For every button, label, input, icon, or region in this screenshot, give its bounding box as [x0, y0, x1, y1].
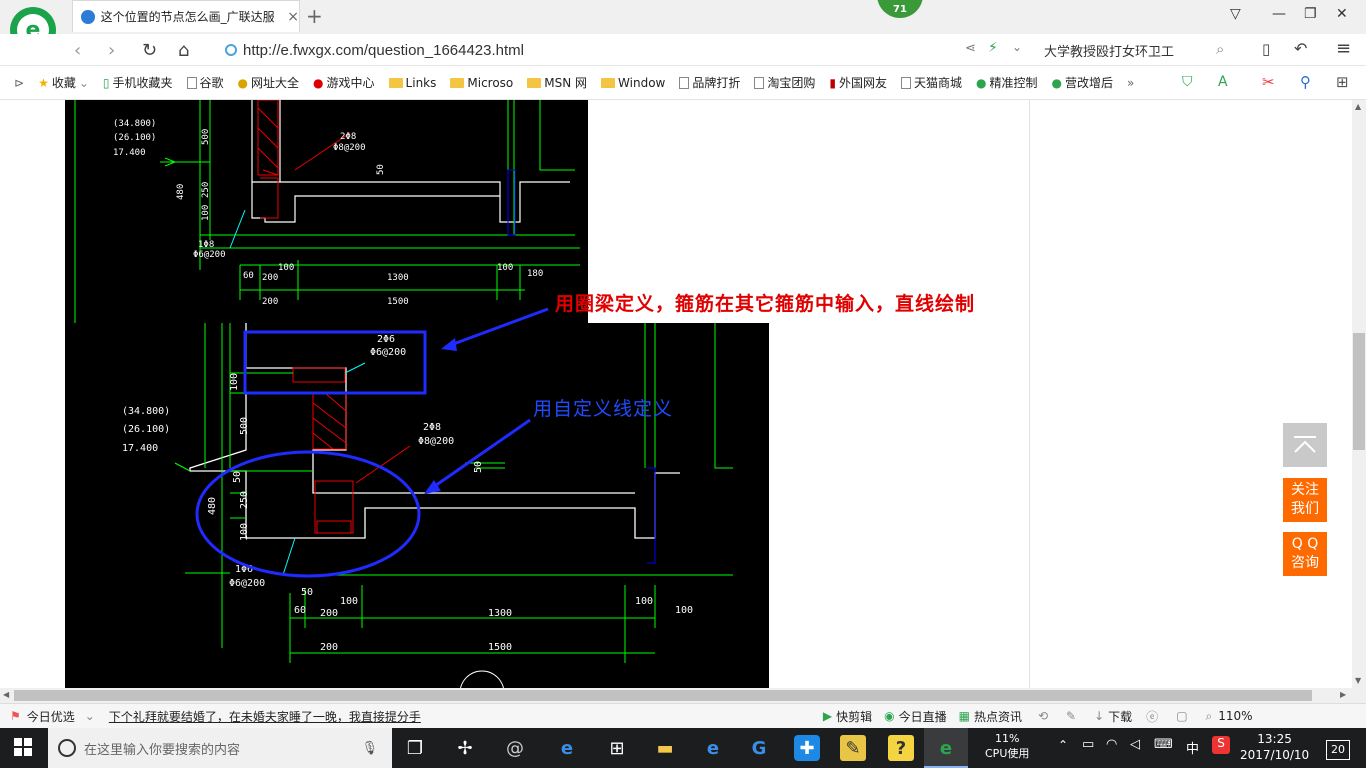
scroll-up-icon[interactable]: ▲: [1355, 102, 1361, 111]
clock-time: 13:25: [1257, 732, 1292, 746]
status-item[interactable]: 下载: [1108, 708, 1132, 725]
status-item[interactable]: 今日直播: [899, 708, 947, 725]
system-clock[interactable]: 13:25 2017/10/10: [1240, 731, 1309, 763]
ie-taskbar-icon[interactable]: e: [700, 735, 726, 761]
highlight-box: [243, 330, 427, 395]
help-app-icon[interactable]: ?: [888, 735, 914, 761]
cpu-monitor[interactable]: 11% CPU使用: [985, 731, 1029, 761]
annotation-red: 用圈梁定义，箍筋在其它箍筋中输入，直线绘制: [555, 293, 976, 315]
volume-icon[interactable]: ◁: [1130, 737, 1140, 752]
speed-icon[interactable]: ⟲: [1038, 709, 1048, 723]
status-item[interactable]: 快剪辑: [836, 708, 872, 725]
arrow-line: [447, 307, 549, 348]
keyboard-icon[interactable]: ⌨: [1154, 737, 1173, 752]
notepad-icon[interactable]: ✎: [840, 735, 866, 761]
search-placeholder: 在这里输入你要搜索的内容: [84, 742, 241, 758]
annotation-blue: 用自定义线定义: [533, 398, 674, 420]
wifi-icon[interactable]: ◠: [1106, 737, 1117, 752]
arrow-up-icon: [1294, 436, 1316, 453]
sogou-icon[interactable]: S: [1212, 736, 1230, 754]
vertical-scroll-thumb[interactable]: [1353, 333, 1365, 450]
clock-date: 2017/10/10: [1240, 748, 1310, 762]
scroll-right-icon[interactable]: ▶: [1340, 690, 1346, 699]
clip-icon: ▶: [822, 709, 833, 723]
qq-consult-button[interactable]: Q Q 咨询: [1283, 532, 1327, 576]
annotation-overlay: [195, 307, 549, 578]
task-view-icon[interactable]: ❐: [402, 735, 428, 761]
news-icon: ▦: [958, 709, 970, 723]
live-icon: ◉: [884, 709, 895, 723]
news-ticker[interactable]: 下个礼拜就要结婚了，在未婚夫家睡了一晚，我直接提分手: [109, 708, 421, 725]
window-icon[interactable]: ▢: [1176, 709, 1187, 723]
cortana-icon: [58, 739, 76, 757]
back-to-top-button[interactable]: [1283, 423, 1327, 467]
ie-icon[interactable]: ⓔ: [1146, 708, 1158, 725]
zoom-level[interactable]: 110%: [1218, 709, 1252, 723]
file-explorer-icon[interactable]: ▬: [652, 735, 678, 761]
store-icon[interactable]: ⊞: [604, 735, 630, 761]
highlight-ellipse: [195, 450, 421, 578]
chevron-down-icon[interactable]: ⌄: [85, 709, 95, 723]
pin-icon[interactable]: ✎: [1066, 709, 1076, 723]
plus-app-icon[interactable]: ✚: [794, 735, 820, 761]
cpu-percent: 11%: [994, 732, 1020, 745]
status-bar: ⚑ 今日优选 ⌄ 下个礼拜就要结婚了，在未婚夫家睡了一晚，我直接提分手 ▶ 快剪…: [0, 703, 1366, 728]
tray-expand-icon[interactable]: ⌃: [1058, 738, 1068, 752]
arrow-line: [431, 418, 531, 490]
browser-task-icon[interactable]: e: [933, 735, 959, 761]
gift-icon: ⚑: [10, 709, 21, 723]
taskbar-search[interactable]: 在这里输入你要搜索的内容 🎙: [48, 728, 392, 768]
glodon-icon[interactable]: G: [746, 735, 772, 761]
arrow-head-icon: [441, 338, 457, 351]
follow-us-button[interactable]: 关注 我们: [1283, 478, 1327, 522]
zoom-icon: ⌕: [1205, 708, 1213, 723]
swirl-app-icon[interactable]: @: [502, 735, 528, 761]
fan-app-icon[interactable]: ✢: [452, 735, 478, 761]
windows-start-icon[interactable]: [14, 738, 32, 759]
download-icon: ↓: [1094, 709, 1105, 723]
ime-indicator[interactable]: 中: [1186, 738, 1199, 757]
battery-icon[interactable]: ▭: [1082, 737, 1094, 752]
scroll-down-icon[interactable]: ▼: [1355, 676, 1361, 685]
scroll-left-icon[interactable]: ◀: [3, 690, 9, 699]
microphone-icon[interactable]: 🎙: [361, 741, 378, 756]
today-picks[interactable]: 今日优选: [27, 708, 75, 725]
notification-center-icon[interactable]: 20: [1326, 740, 1350, 760]
horizontal-scroll-thumb[interactable]: [14, 690, 1312, 701]
cpu-label: CPU使用: [985, 747, 1030, 760]
status-item[interactable]: 热点资讯: [974, 708, 1022, 725]
edge-icon[interactable]: e: [554, 735, 580, 761]
